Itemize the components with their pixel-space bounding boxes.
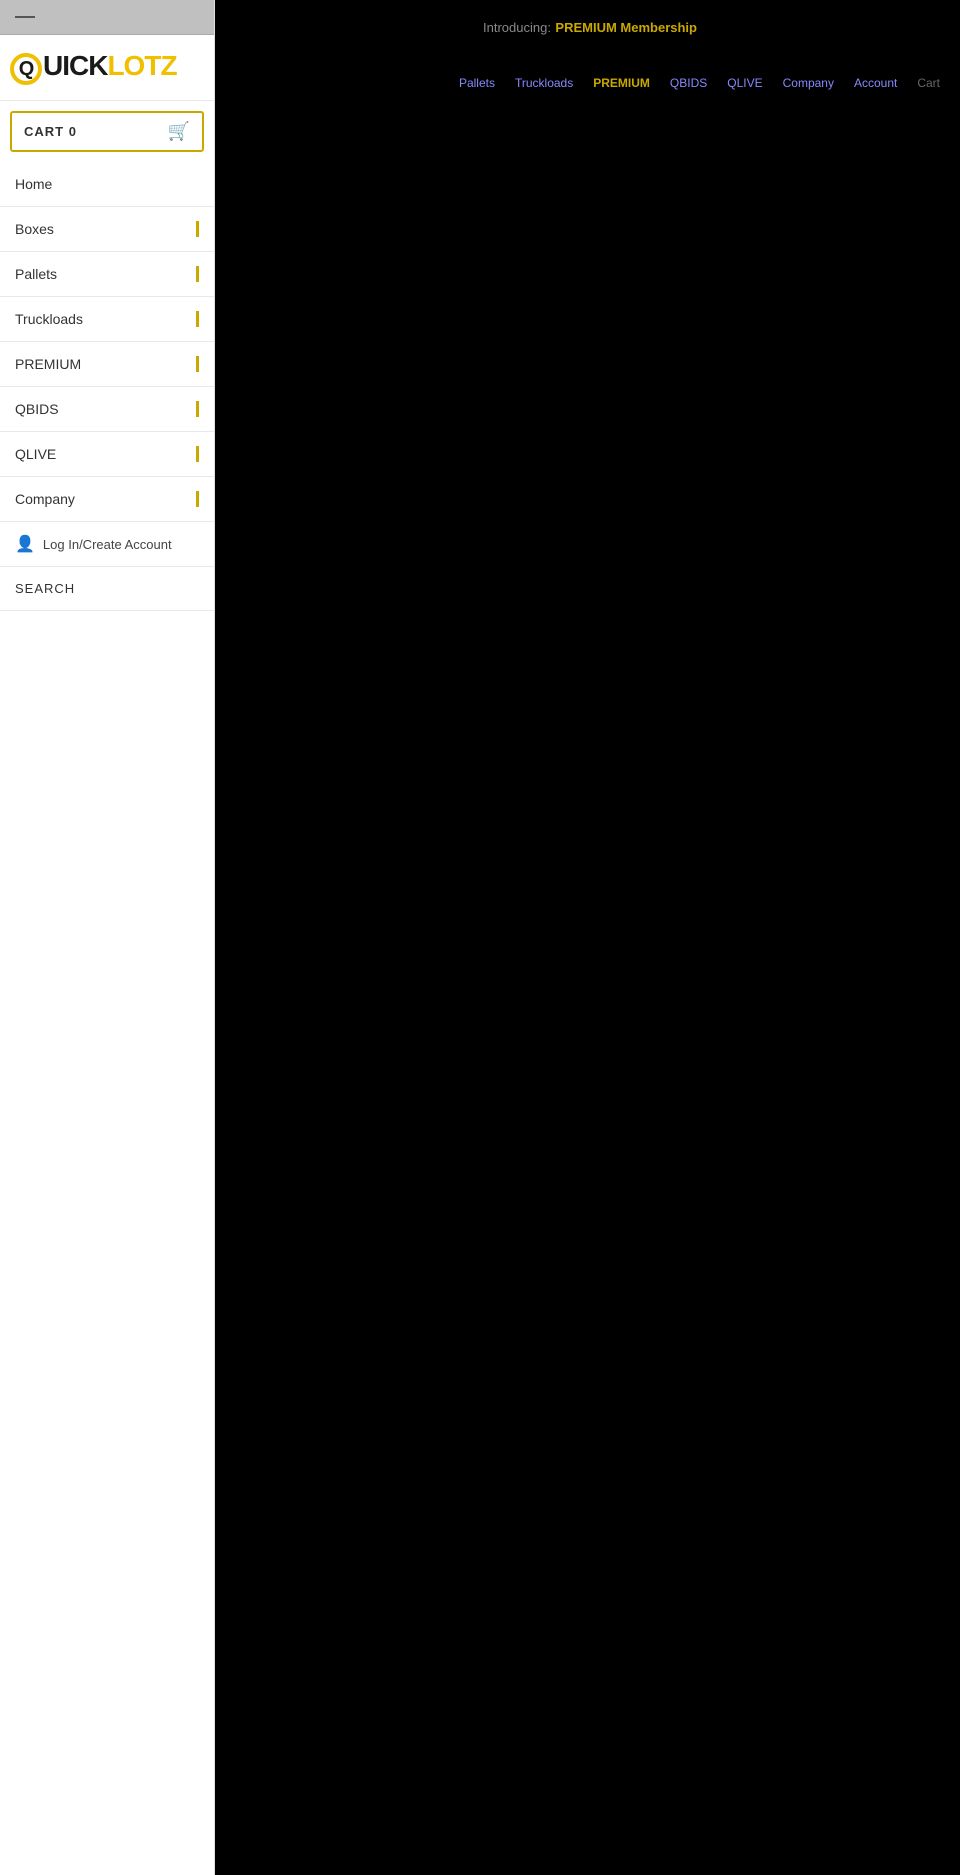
top-nav: Pallets Truckloads PREMIUM QBIDS QLIVE C… [220,55,960,110]
announcement-prefix: Introducing: [483,20,551,35]
nav-indicator [196,356,199,372]
sidebar-item-truckloads[interactable]: Truckloads [0,297,214,342]
top-nav-company[interactable]: Company [783,76,834,90]
nav-indicator [196,311,199,327]
sidebar-item-pallets-label: Pallets [15,266,57,282]
top-nav-qbids[interactable]: QBIDS [670,76,707,90]
sidebar-item-home-label: Home [15,176,52,192]
login-label: Log In/Create Account [43,537,172,552]
top-nav-pallets[interactable]: Pallets [459,76,495,90]
cart-button[interactable]: CART 0 🛒 [10,111,204,152]
announcement-bar: Introducing: PREMIUM Membership [220,0,960,55]
sidebar-item-company-label: Company [15,491,75,507]
sidebar-item-premium-label: PREMIUM [15,356,81,372]
top-nav-truckloads[interactable]: Truckloads [515,76,573,90]
nav-indicator [196,446,199,462]
nav-indicator [196,401,199,417]
sidebar-logo: QUICKLOTZ [0,35,214,101]
logo: QUICKLOTZ [10,50,177,81]
user-icon: 👤 [15,534,35,554]
sidebar-item-qlive-label: QLIVE [15,446,56,462]
sidebar-search[interactable]: SEARCH [0,567,214,611]
logo-q: Q [10,53,42,85]
top-nav-qlive[interactable]: QLIVE [727,76,762,90]
top-nav-account[interactable]: Account [854,76,897,90]
sidebar-item-truckloads-label: Truckloads [15,311,83,327]
logo-lotz: LOTZ [107,50,176,81]
sidebar-login[interactable]: 👤 Log In/Create Account [0,522,214,567]
sidebar: QUICKLOTZ CART 0 🛒 Home Boxes Pallets Tr… [0,0,215,1875]
sidebar-item-premium[interactable]: PREMIUM [0,342,214,387]
sidebar-item-boxes-label: Boxes [15,221,54,237]
search-label: SEARCH [15,581,75,596]
sidebar-item-pallets[interactable]: Pallets [0,252,214,297]
menu-toggle-bar[interactable] [0,0,214,35]
sidebar-item-home[interactable]: Home [0,162,214,207]
logo-quick: UICK [43,50,107,81]
sidebar-item-boxes[interactable]: Boxes [0,207,214,252]
top-nav-premium[interactable]: PREMIUM [593,76,650,90]
cart-label: CART 0 [24,124,77,139]
nav-indicator [196,221,199,237]
nav-indicator [196,491,199,507]
top-nav-cart[interactable]: Cart [917,76,940,90]
announcement-link[interactable]: PREMIUM Membership [555,20,697,35]
sidebar-item-qlive[interactable]: QLIVE [0,432,214,477]
sidebar-item-qbids-label: QBIDS [15,401,59,417]
cart-icon: 🛒 [168,121,190,142]
sidebar-item-qbids[interactable]: QBIDS [0,387,214,432]
hamburger-icon [15,16,35,18]
sidebar-nav: Home Boxes Pallets Truckloads PREMIUM QB… [0,162,214,522]
nav-indicator [196,266,199,282]
sidebar-item-company[interactable]: Company [0,477,214,522]
